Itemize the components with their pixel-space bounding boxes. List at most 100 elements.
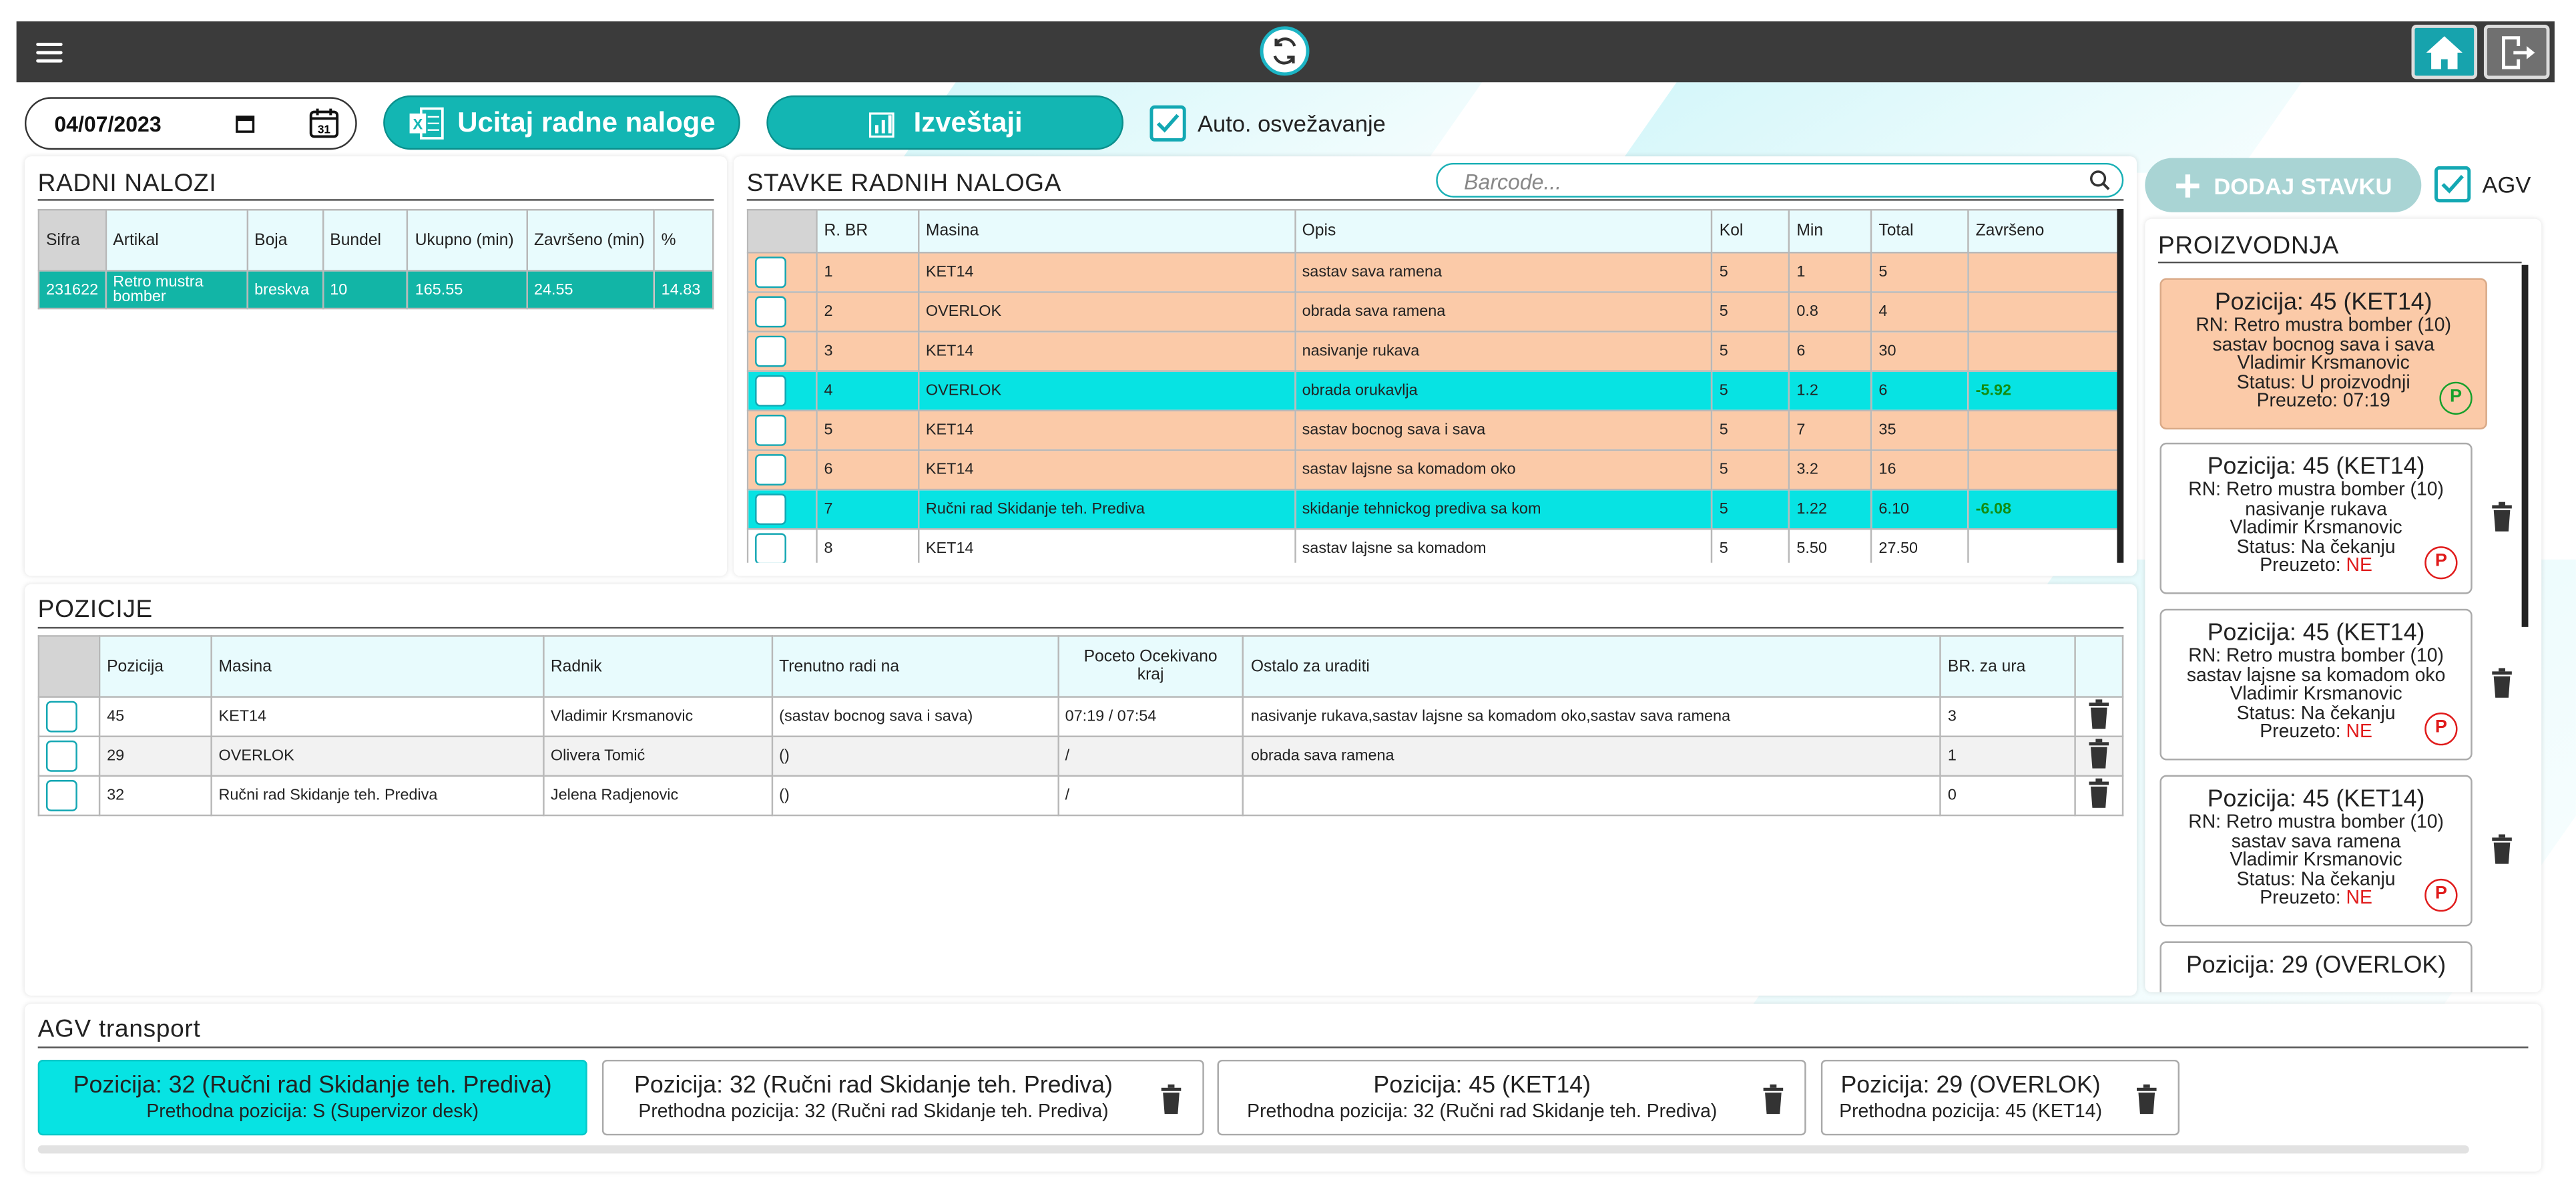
calendar-small-icon[interactable] <box>235 114 255 134</box>
top-bar <box>16 21 2555 83</box>
row-checkbox[interactable] <box>755 256 786 288</box>
cell-trenutno: () <box>770 775 1059 817</box>
table-row[interactable]: 231622 Retro mustra bomber breskva 10 16… <box>37 270 714 310</box>
excel-icon: X <box>409 106 444 139</box>
table-row[interactable]: 7 Ručni rad Skidanje teh. Prediva skidanje… <box>746 488 2121 530</box>
table-row[interactable]: 6 KET14 sastav lajsne sa komadom oko 5 3.2 16 <box>746 449 2121 491</box>
cell-radnik: Jelena Radjenovic <box>542 775 773 817</box>
table-row[interactable]: 32 Ručni rad Skidanje teh. Prediva Jelena … <box>37 775 2124 817</box>
row-checkbox[interactable] <box>755 335 786 367</box>
agv-panel: AGV transport Pozicija: 32 (Ručni rad Sk… <box>24 1004 2542 1172</box>
agv-scrollbar[interactable] <box>37 1145 2469 1154</box>
table-row[interactable]: 5 KET14 sastav bocnog sava i sava 5 7 35 <box>746 409 2121 451</box>
add-item-label: DODAJ STAVKU <box>2214 172 2392 198</box>
trash-icon[interactable] <box>1160 1084 1182 1115</box>
barcode-search-input[interactable]: Barcode... <box>1436 162 2124 198</box>
col-select <box>746 208 818 254</box>
add-item-button[interactable]: DODAJ STAVKU <box>2145 158 2422 212</box>
col-artikal: Artikal <box>104 208 248 272</box>
col-trenutno: Trenutno radi na <box>770 635 1059 698</box>
cell-kol: 5 <box>1711 331 1790 372</box>
row-checkbox[interactable] <box>755 493 786 526</box>
cell-select <box>746 252 818 293</box>
trash-icon[interactable] <box>2491 834 2513 864</box>
row-checkbox[interactable] <box>755 296 786 328</box>
auto-refresh-label: Auto. osvežavanje <box>1197 110 1386 137</box>
trash-icon[interactable] <box>1762 1084 1784 1115</box>
stavke-scrollbar[interactable] <box>2117 208 2124 563</box>
table-row[interactable]: 4 OVERLOK obrada orukavlja 5 1.2 6 -5.92 <box>746 370 2121 412</box>
home-icon <box>2426 35 2463 69</box>
trash-icon[interactable] <box>2087 739 2110 773</box>
table-row[interactable]: 3 KET14 nasivanje rukava 5 6 30 <box>746 331 2121 372</box>
cell-zavrseno <box>1967 409 2121 451</box>
card-rn: RN: Retro mustra bomber (10) <box>2188 813 2444 833</box>
row-checkbox[interactable] <box>45 780 77 811</box>
cell-select <box>746 528 818 563</box>
col-zavrseno: Završeno <box>1967 208 2121 254</box>
col-select <box>37 635 101 698</box>
cell-total: 6 <box>1870 370 1969 412</box>
cell-opis: sastav lajsne sa komadom <box>1294 528 1713 563</box>
proizvodnja-scrollbar[interactable] <box>2521 264 2529 627</box>
agv-card[interactable]: Pozicija: 32 (Ručni rad Skidanje teh. Pr… <box>37 1059 587 1136</box>
reports-button[interactable]: Izveštaji <box>766 95 1124 150</box>
production-card[interactable]: Pozicija: 45 (KET14) RN: Retro mustra bom… <box>2159 608 2473 761</box>
table-row[interactable]: 8 KET14 sastav lajsne sa komadom 5 5.50 27.50 <box>746 528 2121 563</box>
table-row[interactable]: 45 KET14 Vladimir Krsmanovic (sastav bocnog… <box>37 696 2124 737</box>
cell-masina: KET14 <box>917 331 1296 372</box>
col-total: Total <box>1870 208 1969 254</box>
row-checkbox[interactable] <box>45 740 77 772</box>
home-button[interactable] <box>2411 24 2478 79</box>
hamburger-icon[interactable] <box>36 38 63 64</box>
refresh-button[interactable] <box>1260 26 1310 76</box>
date-input[interactable]: 04/07/2023 31 <box>24 97 357 150</box>
cell-masina: OVERLOK <box>917 370 1296 412</box>
card-status: Status: Na čekanju <box>2236 869 2396 889</box>
logout-icon <box>2502 35 2535 69</box>
col-masina: Masina <box>210 635 545 698</box>
card-status: Status: U proizvodnji <box>2236 373 2410 393</box>
cell-total: 27.50 <box>1870 528 1969 563</box>
cell-min: 7 <box>1788 409 1872 451</box>
table-row[interactable]: 29 OVERLOK Olivera Tomić() / obrada sava ram… <box>37 735 2124 777</box>
production-card[interactable]: Pozicija: 29 (OVERLOK) <box>2159 941 2473 992</box>
auto-refresh-checkbox[interactable] <box>1149 105 1186 142</box>
row-checkbox[interactable] <box>755 454 786 485</box>
load-orders-button[interactable]: X Ucitaj radne naloge <box>383 95 740 150</box>
cell-zavrseno <box>1967 449 2121 491</box>
agv-checkbox[interactable] <box>2434 166 2471 203</box>
row-checkbox[interactable] <box>755 375 786 407</box>
table-row[interactable]: 1 KET14 sastav sava ramena 5 1 5 <box>746 252 2121 293</box>
agv-card[interactable]: Pozicija: 32 (Ručni rad Skidanje teh. Pr… <box>601 1059 1204 1136</box>
trash-icon[interactable] <box>2491 668 2513 698</box>
logout-button[interactable] <box>2483 24 2550 79</box>
cell-select <box>746 331 818 372</box>
table-row[interactable]: 2 OVERLOK obrada sava ramena 5 0.8 4 <box>746 291 2121 333</box>
trash-icon[interactable] <box>2135 1084 2158 1115</box>
card-task: sastav lajsne sa komadom oko <box>2186 665 2446 686</box>
stavke-table-wrap[interactable]: R. BR Masina Opis Kol Min Total Završeno… <box>746 208 2121 563</box>
priority-badge: P <box>2424 546 2458 580</box>
trash-icon[interactable] <box>2087 778 2110 813</box>
cell-min: 1 <box>1788 252 1872 293</box>
cell-pozicija: 32 <box>98 775 212 817</box>
barcode-placeholder: Barcode... <box>1464 169 1562 194</box>
production-card[interactable]: Pozicija: 45 (KET14) RN: Retro mustra bom… <box>2159 442 2473 594</box>
row-checkbox[interactable] <box>45 701 77 733</box>
production-card[interactable]: Pozicija: 45 (KET14) RN: Retro mustra bom… <box>2159 278 2487 430</box>
cell-total: 16 <box>1870 449 1969 491</box>
agv-card[interactable]: Pozicija: 29 (OVERLOK) Prethodna pozicija… <box>1820 1059 2180 1136</box>
cell-total: 4 <box>1870 291 1969 333</box>
pozicije-panel: POZICIJE Pozicija Masina Radnik Trenutno… <box>24 584 2137 996</box>
agv-card[interactable]: Pozicija: 45 (KET14) Prethodna pozicija: … <box>1217 1059 1806 1136</box>
row-checkbox[interactable] <box>755 533 786 563</box>
refresh-icon <box>1273 37 1296 65</box>
trash-icon[interactable] <box>2491 502 2513 532</box>
trash-icon[interactable] <box>2087 699 2110 734</box>
search-icon[interactable] <box>2089 170 2111 191</box>
production-card[interactable]: Pozicija: 45 (KET14) RN: Retro mustra bom… <box>2159 775 2473 927</box>
card-worker: Vladimir Krsmanovic <box>2237 353 2410 374</box>
calendar-icon[interactable]: 31 <box>308 107 340 140</box>
row-checkbox[interactable] <box>755 414 786 446</box>
